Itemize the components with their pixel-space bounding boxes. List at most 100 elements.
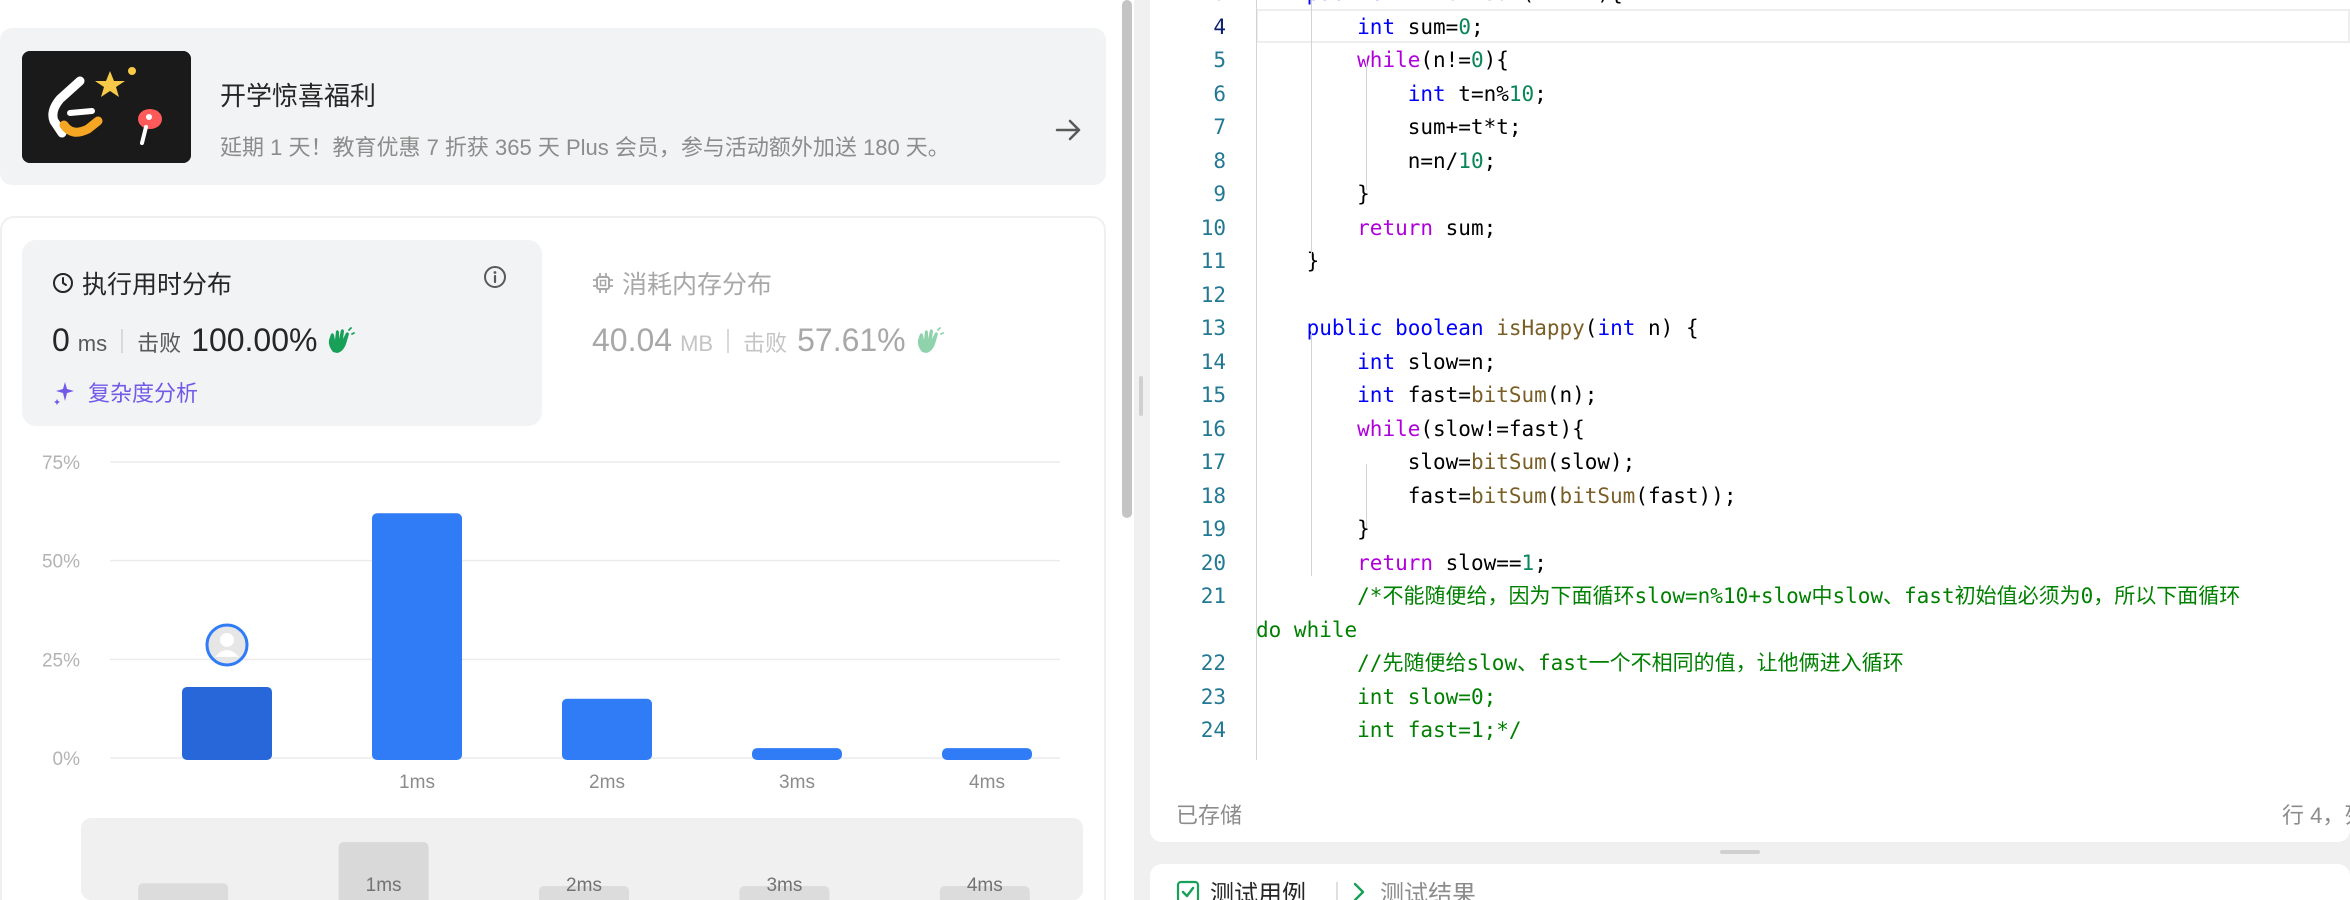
code-line[interactable]: 17 slow=bitSum(slow); bbox=[1150, 445, 2350, 479]
left-scrollbar-thumb[interactable] bbox=[1122, 0, 1132, 518]
code-text: return slow==1; bbox=[1357, 550, 1547, 575]
x-tick-label: 1ms bbox=[399, 772, 435, 793]
line-number: 13 bbox=[1200, 316, 1226, 340]
complexity-analysis-link[interactable]: 复杂度分析 bbox=[52, 376, 198, 408]
tab-result-label: 测试结果 bbox=[1380, 881, 1476, 900]
runtime-distribution-chart[interactable]: 0% 25% 50% 75% 1ms 2ms 3ms 4ms bbox=[0, 440, 1106, 800]
code-text: do while bbox=[1256, 617, 1358, 642]
chart-bar[interactable] bbox=[182, 686, 272, 760]
code-line[interactable]: 6 int t=n%10; bbox=[1150, 77, 2350, 111]
left-scrollbar[interactable] bbox=[1120, 0, 1134, 900]
test-panel: 测试用例 测试结果 bbox=[1150, 864, 2350, 900]
code-line[interactable]: 12 bbox=[1150, 278, 2350, 312]
line-number: 22 bbox=[1200, 651, 1226, 675]
code-line[interactable]: 13 public boolean isHappy(int n) { bbox=[1150, 311, 2350, 345]
checkbox-icon bbox=[1176, 880, 1200, 900]
line-number: 21 bbox=[1200, 584, 1226, 608]
code-text: sum+=t*t; bbox=[1256, 115, 1522, 139]
promo-logo-icon bbox=[22, 51, 191, 163]
code-line[interactable]: 7 sum+=t*t; bbox=[1150, 110, 2350, 144]
y-tick-label: 50% bbox=[42, 552, 80, 573]
code-line[interactable]: 3 public int bitSum(int n){ bbox=[1150, 0, 2350, 10]
code-text: return sum; bbox=[1357, 215, 1497, 240]
code-text: int slow=0; bbox=[1357, 684, 1497, 709]
line-number: 19 bbox=[1200, 517, 1226, 541]
code-line[interactable]: 23 int slow=0; bbox=[1150, 680, 2350, 714]
code-line[interactable]: 21 /*不能随便给，因为下面循环slow=n%10+slow中slow、fas… bbox=[1150, 579, 2350, 613]
line-number: 24 bbox=[1200, 718, 1226, 742]
line-number: 10 bbox=[1200, 215, 1226, 240]
tab-result[interactable]: 测试结果 bbox=[1348, 874, 1476, 900]
x-tick-label: 4ms bbox=[969, 772, 1005, 793]
code-text: /*不能随便给，因为下面循环slow=n%10+slow中slow、fast初始… bbox=[1357, 584, 2241, 608]
line-number: 11 bbox=[1200, 249, 1226, 273]
minimap-bar bbox=[138, 883, 229, 900]
runtime-value: 0 bbox=[52, 322, 70, 358]
code-line[interactable]: 19 } bbox=[1150, 512, 2350, 546]
arrow-right-icon[interactable] bbox=[1052, 114, 1084, 146]
chart-bar[interactable] bbox=[942, 748, 1032, 760]
runtime-beat-label: 击败 bbox=[137, 331, 182, 356]
minimap-label: 1ms bbox=[366, 875, 402, 896]
chart-bar[interactable] bbox=[752, 748, 842, 760]
vertical-resize-handle[interactable] bbox=[1150, 842, 2350, 864]
panel-resize-handle[interactable] bbox=[1134, 0, 1150, 900]
code-line[interactable]: 11 } bbox=[1150, 244, 2350, 278]
code-text: while(n!=0){ bbox=[1357, 48, 1509, 72]
code-line[interactable]: do while bbox=[1150, 613, 2350, 647]
code-line[interactable]: 15 int fast=bitSum(n); bbox=[1150, 378, 2350, 412]
indent-guide bbox=[1366, 60, 1367, 190]
indent-guide bbox=[1366, 464, 1367, 528]
code-text: int fast=1;*/ bbox=[1357, 718, 1522, 742]
code-line[interactable]: 10 return sum; bbox=[1150, 211, 2350, 245]
code-text: int fast=bitSum(n); bbox=[1357, 383, 1598, 407]
code-line[interactable]: 9 } bbox=[1150, 177, 2350, 211]
line-number: 23 bbox=[1200, 684, 1226, 709]
chart-bar[interactable] bbox=[372, 513, 462, 760]
chart-bar[interactable] bbox=[562, 698, 652, 760]
code-line[interactable]: 5 while(n!=0){ bbox=[1150, 43, 2350, 77]
clap-hands-icon bbox=[917, 326, 944, 353]
code-text: n=n/10; bbox=[1256, 148, 1497, 173]
promo-banner[interactable]: 开学惊喜福利 延期 1 天！教育优惠 7 折获 365 天 Plus 会员，参与… bbox=[0, 28, 1106, 185]
x-tick-label: 3ms bbox=[779, 772, 815, 793]
line-number: 3 bbox=[1150, 0, 1226, 10]
resize-grip[interactable] bbox=[1720, 850, 1760, 854]
code-text: while(slow!=fast){ bbox=[1357, 416, 1585, 441]
line-number: 9 bbox=[1213, 182, 1226, 206]
line-number: 7 bbox=[1213, 115, 1226, 139]
code-editor[interactable]: 3 public int bitSum(int n){4 int sum=0;5… bbox=[1150, 0, 2350, 760]
runtime-title: 执行用时分布 bbox=[52, 265, 232, 301]
chevron-right-icon bbox=[1353, 882, 1365, 900]
code-line[interactable]: 14 int slow=n; bbox=[1150, 345, 2350, 379]
memory-title[interactable]: 消耗内存分布 bbox=[592, 265, 772, 301]
code-line[interactable]: 8 n=n/10; bbox=[1150, 144, 2350, 178]
cursor-position[interactable]: 行 4，列 bbox=[2282, 798, 2350, 830]
code-text: int sum=0; bbox=[1357, 14, 1484, 39]
resize-grip[interactable] bbox=[1139, 376, 1143, 416]
memory-beat-label: 击败 bbox=[743, 331, 788, 356]
memory-title-label: 消耗内存分布 bbox=[622, 271, 773, 299]
runtime-title-label: 执行用时分布 bbox=[82, 271, 233, 299]
line-number: 6 bbox=[1213, 81, 1226, 106]
avatar-head bbox=[220, 632, 234, 647]
distribution-minimap[interactable]: 1ms 2ms 3ms 4ms bbox=[81, 818, 1083, 900]
code-line[interactable]: 4 int sum=0; bbox=[1150, 10, 2350, 44]
code-line[interactable]: 20 return slow==1; bbox=[1150, 546, 2350, 580]
indent-guide bbox=[1256, 0, 1257, 760]
minimap-label: 2ms bbox=[566, 875, 602, 896]
minimap-label: 4ms bbox=[967, 875, 1003, 896]
info-icon[interactable] bbox=[483, 265, 507, 289]
complexity-label: 复杂度分析 bbox=[88, 381, 199, 406]
code-text: int slow=n; bbox=[1357, 349, 1497, 374]
code-line[interactable]: 24 int fast=1;*/ bbox=[1150, 713, 2350, 747]
indent-guide bbox=[1311, 332, 1312, 576]
code-line[interactable]: 18 fast=bitSum(bitSum(fast)); bbox=[1150, 479, 2350, 513]
tab-testcase[interactable]: 测试用例 bbox=[1176, 874, 1306, 900]
line-number: 5 bbox=[1213, 48, 1226, 72]
code-line[interactable]: 16 while(slow!=fast){ bbox=[1150, 412, 2350, 446]
code-text: int t=n%10; bbox=[1407, 81, 1547, 106]
line-number: 17 bbox=[1200, 450, 1226, 474]
code-line[interactable]: 22 //先随便给slow、fast一个不相同的值，让他俩进入循环 bbox=[1150, 646, 2350, 680]
code-text: } bbox=[1256, 249, 1320, 273]
